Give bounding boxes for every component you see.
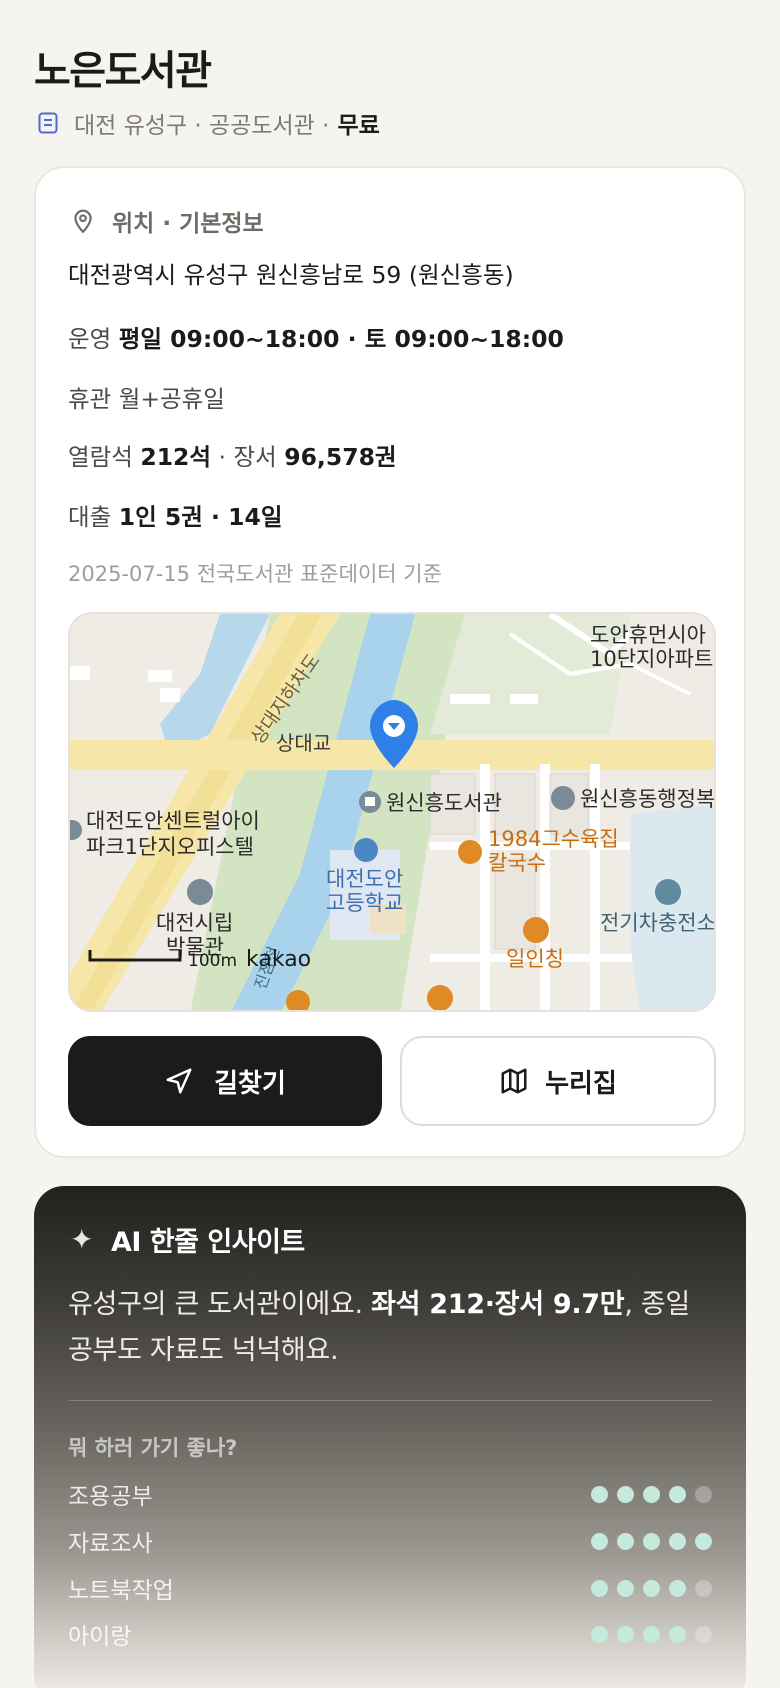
directions-button[interactable]: 길찾기 [68, 1036, 382, 1126]
sparkle-icon: ✦ [70, 1223, 93, 1256]
library-detail-page: 노은도서관 대전 유성구 · 공공도서관 · 무료 위치 · 기본정보 대전광역… [0, 0, 780, 1688]
rating-dot-filled [643, 1625, 660, 1643]
rating-dot-filled [669, 1532, 686, 1550]
map-scale-label: 100m [188, 951, 237, 971]
page-title: 노은도서관 [34, 48, 212, 94]
rating-dot-filled [591, 1485, 608, 1503]
rating-dot-filled [591, 1625, 608, 1643]
rating-dot-filled [695, 1532, 712, 1550]
activity-rating [591, 1485, 712, 1503]
ai-insight-card: ✦ AI 한줄 인사이트 유성구의 큰 도서관이에요. 좌석 212·장서 9.… [34, 1186, 746, 1688]
seats-value: 212석 [140, 443, 212, 471]
map-school-label: 대전도안 [326, 867, 403, 891]
rating-dot-filled [643, 1485, 660, 1503]
divider [68, 1400, 712, 1401]
rating-dot-filled [669, 1579, 686, 1597]
capacity-row: 열람석 212석 · 장서 96,578권 [68, 438, 397, 472]
rating-dot-filled [643, 1579, 660, 1597]
map-office-label-2: 파크1단지오피스텔 [86, 835, 254, 859]
activity-row: 조용공부 [68, 1476, 712, 1512]
closed-row: 휴관 월+공휴일 [68, 380, 225, 414]
map-library-label: 원신흥도서관 [386, 791, 502, 815]
hours-label: 운영 [68, 325, 112, 353]
activity-question: 뭐 하러 가기 좋나? [68, 1436, 238, 1460]
library-category: 대전 유성구 · 공공도서관 · [74, 113, 330, 139]
map-office-label: 대전도안센트럴아이 [86, 809, 260, 833]
seats-label: 열람석 [68, 443, 133, 471]
loan-label: 대출 [68, 503, 112, 531]
hours-value: 평일 09:00~18:00 · 토 09:00~18:00 [118, 325, 564, 353]
activity-name: 노트북작업 [68, 1578, 174, 1604]
loan-value: 1인 5권 · 14일 [118, 503, 283, 531]
rating-dot-filled [617, 1532, 634, 1550]
map-museum-label: 대전시립 [156, 911, 233, 935]
rating-dot-filled [643, 1532, 660, 1550]
books-value: 96,578권 [284, 443, 397, 471]
activity-name: 조용공부 [68, 1484, 153, 1510]
closed-value: 월+공휴일 [118, 385, 225, 413]
location-pin-icon [74, 209, 92, 234]
ai-insight-text: 유성구의 큰 도서관이에요. 좌석 212·장서 9.7만, 종일 공부도 자료… [68, 1282, 718, 1374]
activity-rating [591, 1579, 712, 1597]
rating-dot-filled [591, 1532, 608, 1550]
closed-label: 휴관 [68, 385, 112, 413]
map-apartment-label-2: 10단지아파트 [590, 647, 713, 671]
fee-badge: 무료 [337, 113, 380, 139]
rating-dot-empty [695, 1485, 712, 1503]
document-icon [38, 112, 58, 134]
website-button-label: 누리집 [545, 1068, 617, 1099]
rating-dot-filled [591, 1579, 608, 1597]
rating-dot-empty [695, 1579, 712, 1597]
activity-row: 아이랑 [68, 1616, 712, 1652]
rating-dot-empty [695, 1625, 712, 1643]
ai-text-start: 유성구의 큰 도서관이에요. [68, 1289, 372, 1320]
location-map[interactable]: 상대지하차도 상대교 원신흥도서관 원신흥동행정복지센터 [68, 612, 716, 1012]
map-fold-icon [501, 1068, 527, 1094]
activity-rating [591, 1532, 712, 1550]
map-bridge-label: 상대교 [276, 731, 331, 755]
activity-name: 자료조사 [68, 1531, 153, 1557]
activity-row: 자료조사 [68, 1523, 712, 1559]
info-card: 위치 · 기본정보 대전광역시 유성구 원신흥남로 59 (원신흥동) 운영 평… [34, 166, 746, 1158]
map-cafe2-icon[interactable] [427, 985, 453, 1011]
data-source-note: 2025-07-15 전국도서관 표준데이터 기준 [68, 562, 442, 586]
map-provider-logo: kakao [246, 947, 311, 972]
website-button[interactable]: 누리집 [400, 1036, 716, 1126]
directions-button-label: 길찾기 [214, 1068, 286, 1099]
map-charger-label: 전기차충전소 [600, 911, 716, 935]
activity-name: 아이랑 [68, 1624, 132, 1650]
rating-dot-filled [617, 1625, 634, 1643]
activity-row: 노트북작업 [68, 1570, 712, 1606]
subtitle-line: 대전 유성구 · 공공도서관 · 무료 [36, 106, 380, 140]
loan-row: 대출 1인 5권 · 14일 [68, 498, 282, 532]
separator: · [218, 443, 227, 471]
map-restaurant-label-2: 칼국수 [488, 851, 546, 875]
map-community-label: 원신흥동행정복지센터 [580, 787, 716, 811]
rating-dot-filled [669, 1625, 686, 1643]
rating-dot-filled [669, 1485, 686, 1503]
ai-text-highlight: 좌석 212·장서 9.7만 [371, 1289, 625, 1320]
map-cafe-label: 일인칭 [506, 947, 564, 971]
map-school-label-2: 고등학교 [326, 891, 403, 915]
navigation-arrow-icon [166, 1068, 192, 1094]
map-restaurant-label: 1984그수육집 [488, 827, 619, 851]
info-section-title: 위치 · 기본정보 [112, 211, 264, 237]
activity-rating [591, 1625, 712, 1643]
address: 대전광역시 유성구 원신흥남로 59 (원신흥동) [68, 261, 514, 289]
books-label: 장서 [233, 443, 277, 471]
rating-dot-filled [617, 1579, 634, 1597]
ai-insight-header: ✦ AI 한줄 인사이트 [70, 1220, 305, 1259]
rating-dot-filled [617, 1485, 634, 1503]
map-apartment-label: 도안휴먼시아 [590, 623, 706, 647]
info-section-header: 위치 · 기본정보 [70, 204, 264, 238]
hours-row: 운영 평일 09:00~18:00 · 토 09:00~18:00 [68, 320, 564, 354]
ai-insight-title: AI 한줄 인사이트 [110, 1227, 305, 1258]
